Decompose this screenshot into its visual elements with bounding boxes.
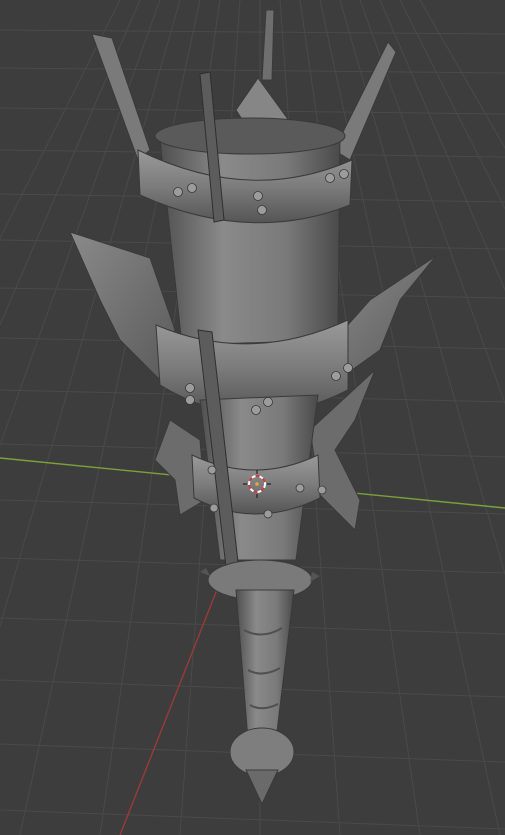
mace-model[interactable] [69, 9, 437, 806]
upper-cylinder [159, 129, 341, 346]
3d-viewport[interactable] [0, 0, 505, 835]
crown-spike-right [333, 41, 397, 161]
collar-spike-right [310, 572, 320, 582]
handle [235, 589, 295, 741]
pommel [229, 727, 295, 777]
collar-spike-left [200, 568, 210, 576]
upper-rim [154, 117, 346, 155]
crown-spike-back [261, 9, 275, 81]
pommel-spike [245, 769, 279, 806]
